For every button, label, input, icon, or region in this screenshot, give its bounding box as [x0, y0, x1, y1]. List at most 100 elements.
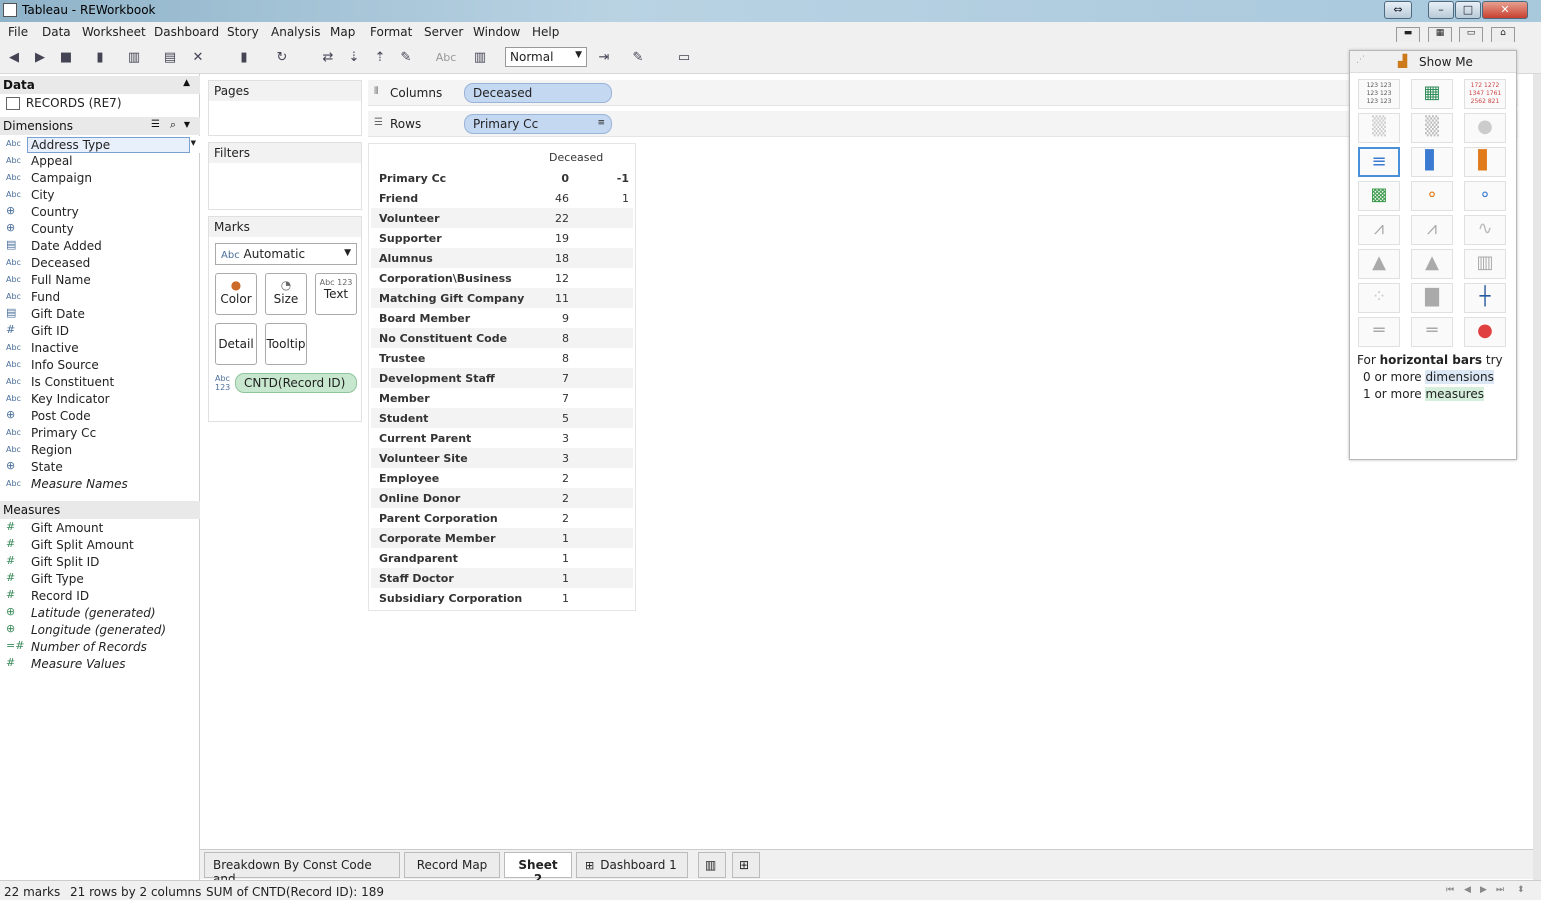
measure-latitude-generated[interactable]: ⊕ Latitude (generated) [0, 605, 200, 622]
label-marks-icon[interactable]: Abc [434, 50, 458, 66]
side-by-side-bars-icon[interactable]: ▋ [1464, 147, 1506, 177]
last-page-icon[interactable]: ⏭ [1496, 885, 1504, 895]
home-icon[interactable]: ⌂ [1491, 27, 1515, 43]
dimension-info-source[interactable]: Abc Info Source [0, 357, 200, 374]
menu-window[interactable]: Window [473, 25, 520, 39]
side-by-side-circles-icon[interactable]: ∘ [1464, 181, 1506, 211]
tab-breakdown-by-const-code[interactable]: Breakdown By Const Code and ... [204, 852, 400, 886]
cylinder-icon[interactable]: ▭ [1459, 27, 1483, 43]
menu-file[interactable]: File [8, 25, 28, 39]
dimension-fund[interactable]: Abc Fund [0, 289, 200, 306]
horizontal-bars-icon[interactable]: ≡ [1358, 147, 1400, 177]
clear-sheet-icon[interactable]: ✕ [190, 50, 206, 66]
circle-views-icon[interactable]: ∘ [1411, 181, 1453, 211]
measure-gift-split-id[interactable]: # Gift Split ID [0, 554, 200, 571]
close-button[interactable]: ✕ [1482, 1, 1528, 19]
toolbar-tab-icon[interactable]: ▬ [1396, 27, 1420, 43]
measure-measure-values[interactable]: # Measure Values [0, 656, 200, 673]
prev-page-icon[interactable]: ◀ [1464, 885, 1471, 895]
dimension-full-name[interactable]: Abc Full Name [0, 272, 200, 289]
measure-gift-amount[interactable]: # Gift Amount [0, 520, 200, 537]
grid-view-icon[interactable]: ▦ [1428, 27, 1452, 43]
dimension-is-constituent[interactable]: Abc Is Constituent [0, 374, 200, 391]
save-icon[interactable]: ■ [58, 50, 74, 66]
treemap-icon[interactable]: ▩ [1358, 181, 1400, 211]
menu-analysis[interactable]: Analysis [271, 25, 320, 39]
menu-help[interactable]: Help [532, 25, 559, 39]
highlight-table-icon[interactable]: 172 1272 1347 1761 2562 821 [1464, 79, 1506, 109]
restore-icon[interactable]: ⇔ [1384, 1, 1412, 19]
dimension-address-type[interactable]: ▼ Abc Address Type [0, 136, 200, 153]
tab-dashboard-1[interactable]: ⊞ Dashboard 1 [576, 852, 688, 878]
pie-chart-icon[interactable]: ● [1464, 113, 1506, 143]
pages-card[interactable]: Pages [208, 80, 362, 136]
mark-type-select[interactable]: Abc Automatic ▼ [215, 243, 357, 265]
new-dashboard-icon[interactable]: ⊞ [732, 852, 760, 878]
lines-continuous-icon[interactable]: ⩘ [1358, 215, 1400, 245]
dimension-date-added[interactable]: ▤ Date Added [0, 238, 200, 255]
color-button[interactable]: ● Color [215, 273, 257, 315]
scatter-plot-icon[interactable]: ⁘ [1358, 283, 1400, 313]
size-button[interactable]: ◔ Size [265, 273, 307, 315]
maximize-button[interactable]: □ [1455, 1, 1481, 19]
filled-map-icon[interactable]: ▒ [1411, 113, 1453, 143]
menu-server[interactable]: Server [424, 25, 463, 39]
sort-asc-icon[interactable]: ⇣ [346, 50, 362, 66]
swap-icon[interactable]: ⇄ [320, 50, 336, 66]
measure-longitude-generated[interactable]: ⊕ Longitude (generated) [0, 622, 200, 639]
dimension-measure-names[interactable]: Abc Measure Names [0, 476, 200, 493]
gantt-chart-icon[interactable]: ═ [1358, 317, 1400, 347]
menu-format[interactable]: Format [370, 25, 412, 39]
pause-updates-icon[interactable]: ▮ [236, 50, 252, 66]
first-page-icon[interactable]: ⏮ [1446, 885, 1454, 895]
fit-icon[interactable]: ▥ [472, 50, 488, 66]
menu-map[interactable]: Map [330, 25, 355, 39]
back-icon[interactable]: ◀ [6, 50, 22, 66]
forward-icon[interactable]: ▶ [32, 50, 48, 66]
area-continuous-icon[interactable]: ▲ [1358, 249, 1400, 279]
pane-menu-icon[interactable]: ▲ [183, 78, 190, 88]
chevron-down-icon[interactable]: ▼ [184, 120, 190, 129]
primary-cc-pill[interactable]: Primary Cc ≡ [464, 114, 612, 134]
filters-card[interactable]: Filters [208, 142, 362, 210]
refresh-icon[interactable]: ↻ [274, 50, 290, 66]
annotate-icon[interactable]: ✎ [630, 50, 646, 66]
new-worksheet-icon[interactable]: ▥ [126, 50, 142, 66]
status-scroll-icon[interactable]: ⬍ [1517, 885, 1525, 895]
view-size-select[interactable]: Normal ▼ [505, 47, 587, 67]
box-whisker-icon[interactable]: ┼ [1464, 283, 1506, 313]
dimension-key-indicator[interactable]: Abc Key Indicator [0, 391, 200, 408]
chevron-down-icon[interactable]: ▼ [191, 139, 196, 147]
dimension-primary-cc[interactable]: Abc Primary Cc [0, 425, 200, 442]
menu-worksheet[interactable]: Worksheet [82, 25, 146, 39]
dimension-campaign[interactable]: Abc Campaign [0, 170, 200, 187]
deceased-pill[interactable]: Deceased [464, 83, 612, 103]
stacked-bars-icon[interactable]: ▋ [1411, 147, 1453, 177]
heat-map-icon[interactable]: ▦ [1411, 79, 1453, 109]
dimension-region[interactable]: Abc Region [0, 442, 200, 459]
detail-button[interactable]: Detail [215, 323, 257, 365]
minimize-button[interactable]: – [1428, 1, 1454, 19]
dual-combination-icon[interactable]: ▥ [1464, 249, 1506, 279]
pin-icon[interactable]: ⇥ [596, 50, 612, 66]
menu-story[interactable]: Story [227, 25, 259, 39]
right-scroll-strip[interactable] [1533, 74, 1541, 880]
dimension-post-code[interactable]: ⊕ Post Code [0, 408, 200, 425]
menu-data[interactable]: Data [42, 25, 71, 39]
cntd-record-id-pill[interactable]: CNTD(Record ID) [235, 373, 357, 393]
text-table-icon[interactable]: 123 123 123 123 123 123 [1358, 79, 1400, 109]
show-me-header[interactable]: ⋰ ▟ Show Me [1350, 51, 1516, 73]
measure-gift-type[interactable]: # Gift Type [0, 571, 200, 588]
datasource-icon[interactable]: ▮ [92, 50, 108, 66]
measure-gift-split-amount[interactable]: # Gift Split Amount [0, 537, 200, 554]
sort-desc-icon[interactable]: ⇡ [372, 50, 388, 66]
new-worksheet-icon[interactable]: ▥ [698, 852, 726, 878]
dimension-state[interactable]: ⊕ State [0, 459, 200, 476]
histogram-icon[interactable]: ▇ [1411, 283, 1453, 313]
dimension-county[interactable]: ⊕ County [0, 221, 200, 238]
area-discrete-icon[interactable]: ▲ [1411, 249, 1453, 279]
dimension-deceased[interactable]: Abc Deceased [0, 255, 200, 272]
symbol-map-icon[interactable]: ▒ [1358, 113, 1400, 143]
tooltip-button[interactable]: Tooltip [265, 323, 307, 365]
dimension-country[interactable]: ⊕ Country [0, 204, 200, 221]
